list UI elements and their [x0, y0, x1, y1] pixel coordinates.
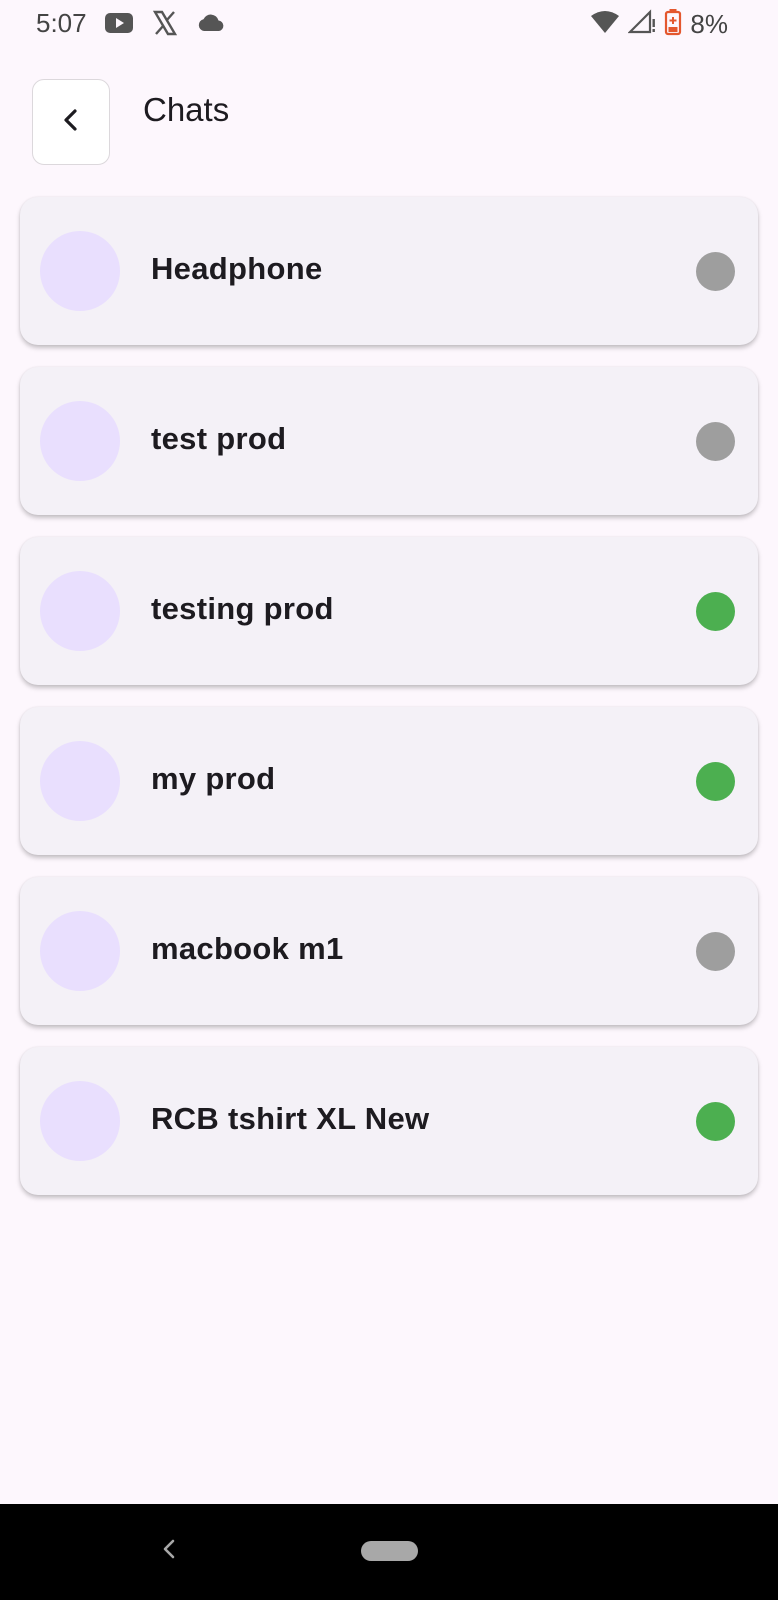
page-title: Chats [143, 91, 230, 128]
avatar [40, 741, 120, 821]
status-indicator [696, 592, 735, 631]
x-icon [152, 10, 178, 41]
status-bar: 5:07 8% [0, 0, 778, 48]
avatar [40, 1081, 120, 1161]
chevron-left-icon [61, 107, 81, 138]
status-time: 5:07 [36, 8, 87, 38]
chat-name: RCB tshirt XL New [151, 1101, 430, 1136]
status-indicator [696, 422, 735, 461]
chat-name: my prod [151, 761, 276, 796]
avatar [40, 401, 120, 481]
cloud-icon [196, 12, 226, 39]
chat-item[interactable]: my prod [20, 707, 758, 855]
back-button[interactable] [32, 79, 110, 165]
chat-item[interactable]: macbook m1 [20, 877, 758, 1025]
wifi-icon [590, 9, 620, 40]
nav-back-icon[interactable] [160, 1536, 178, 1567]
chat-item[interactable]: RCB tshirt XL New [20, 1047, 758, 1195]
status-indicator [696, 252, 735, 291]
battery-icon [664, 8, 682, 41]
notification-icons [104, 10, 226, 41]
chat-name: testing prod [151, 591, 334, 626]
navigation-bar [0, 1504, 778, 1600]
battery-percent: 8% [690, 9, 728, 39]
status-indicator [696, 1102, 735, 1141]
avatar [40, 231, 120, 311]
chat-item[interactable]: Headphone [20, 197, 758, 345]
avatar [40, 571, 120, 651]
system-status-icons: 8% [590, 8, 728, 41]
chat-name: test prod [151, 421, 287, 456]
cellular-signal-icon [627, 9, 656, 40]
youtube-icon [104, 11, 134, 40]
chat-list: Headphone test prod testing prod my prod… [20, 197, 758, 1217]
status-indicator [696, 932, 735, 971]
chat-name: macbook m1 [151, 931, 344, 966]
avatar [40, 911, 120, 991]
chat-item[interactable]: testing prod [20, 537, 758, 685]
chat-item[interactable]: test prod [20, 367, 758, 515]
home-pill-icon[interactable] [361, 1541, 418, 1561]
chat-name: Headphone [151, 251, 323, 286]
status-indicator [696, 762, 735, 801]
